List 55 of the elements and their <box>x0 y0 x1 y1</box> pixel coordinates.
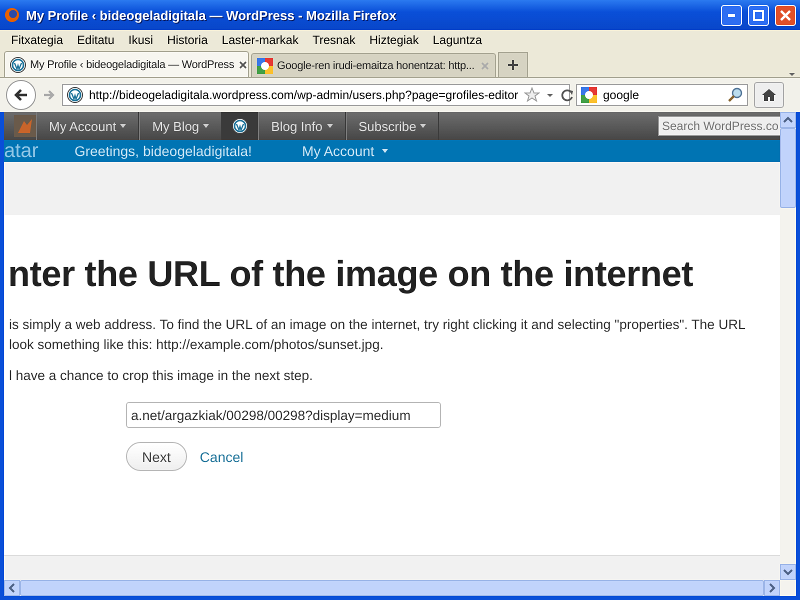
home-button[interactable] <box>754 82 784 108</box>
caret-icon[interactable] <box>788 72 796 77</box>
vertical-scrollbar[interactable] <box>780 112 796 580</box>
logo-text: atar <box>4 140 38 162</box>
close-button[interactable] <box>775 4 796 26</box>
caret-icon <box>382 149 388 153</box>
back-arrow-icon <box>13 87 29 103</box>
wordpress-logo-icon <box>10 56 26 72</box>
instruction-text: l have a chance to crop this image in the next step. <box>9 367 314 385</box>
menu-item[interactable]: Ikusi <box>121 33 160 47</box>
menu-item[interactable]: Historia <box>160 33 215 47</box>
home-icon <box>761 87 777 103</box>
menu-item[interactable]: Laguntza <box>426 33 490 47</box>
maximize-button[interactable] <box>748 4 769 26</box>
google-logo-icon <box>257 58 273 74</box>
new-tab-button[interactable] <box>498 52 528 77</box>
maximize-icon <box>753 10 764 20</box>
reload-icon[interactable] <box>560 88 574 102</box>
caret-icon[interactable] <box>546 92 554 98</box>
firefox-logo-icon <box>4 7 20 23</box>
browser-tab[interactable]: My Profile ‹ bideogeladigitala — WordPress <box>4 51 249 77</box>
wordpress-logo-icon <box>67 87 83 103</box>
star-icon[interactable] <box>524 87 540 103</box>
greeting-text: Greetings, bideogeladigitala! <box>74 143 252 159</box>
wordpress-logo-icon[interactable] <box>232 118 248 134</box>
account-menu[interactable]: My Account <box>302 143 388 159</box>
menu-item[interactable]: Editatu <box>70 33 122 47</box>
browser-tab[interactable]: Google-ren irudi-emaitza honentzat: http... <box>251 53 496 77</box>
menu-item[interactable]: Tresnak <box>305 33 362 47</box>
minimize-icon <box>728 14 735 16</box>
menu-item[interactable]: Laster-markak <box>214 33 306 47</box>
search-field[interactable]: Search WordPress.co <box>658 116 780 136</box>
instruction-text: is simply a web address. To find the URL of an image on the internet, try right clicking it and selecting "properties". The URL <box>9 316 746 334</box>
close-tab-icon[interactable] <box>238 60 248 70</box>
caret-icon <box>326 124 332 128</box>
window-title: My Profile ‹ bideogeladigitala — WordPress - Mozilla Firefox <box>26 8 398 22</box>
search-icon[interactable] <box>727 87 743 103</box>
google-logo-icon <box>581 87 597 103</box>
instruction-text: look something like this: http://example.com/photos/sunset.jpg. <box>9 336 384 354</box>
caret-icon <box>420 124 426 128</box>
cancel-link[interactable]: Cancel <box>200 448 244 464</box>
next-button[interactable]: Next <box>126 442 187 471</box>
plus-icon <box>507 59 519 71</box>
menu-item[interactable]: Fitxategia <box>4 33 70 47</box>
page-heading: nter the URL of the image on the internet <box>8 253 694 295</box>
url-field[interactable]: a.net/argazkiak/00298/00298?display=medium <box>126 402 441 428</box>
caret-icon <box>120 124 126 128</box>
address-field[interactable]: http://bideogeladigitala.wordpress.com/wp-admin/users.php?page=grofiles-editor <box>62 84 570 106</box>
scroll-thumb[interactable] <box>780 128 796 208</box>
menu-item[interactable]: Hiztegiak <box>362 33 426 47</box>
caret-icon <box>203 124 210 128</box>
close-icon <box>780 10 791 20</box>
search-field[interactable]: google <box>576 84 748 106</box>
minimize-button[interactable] <box>721 4 742 26</box>
back-button[interactable] <box>6 80 36 110</box>
